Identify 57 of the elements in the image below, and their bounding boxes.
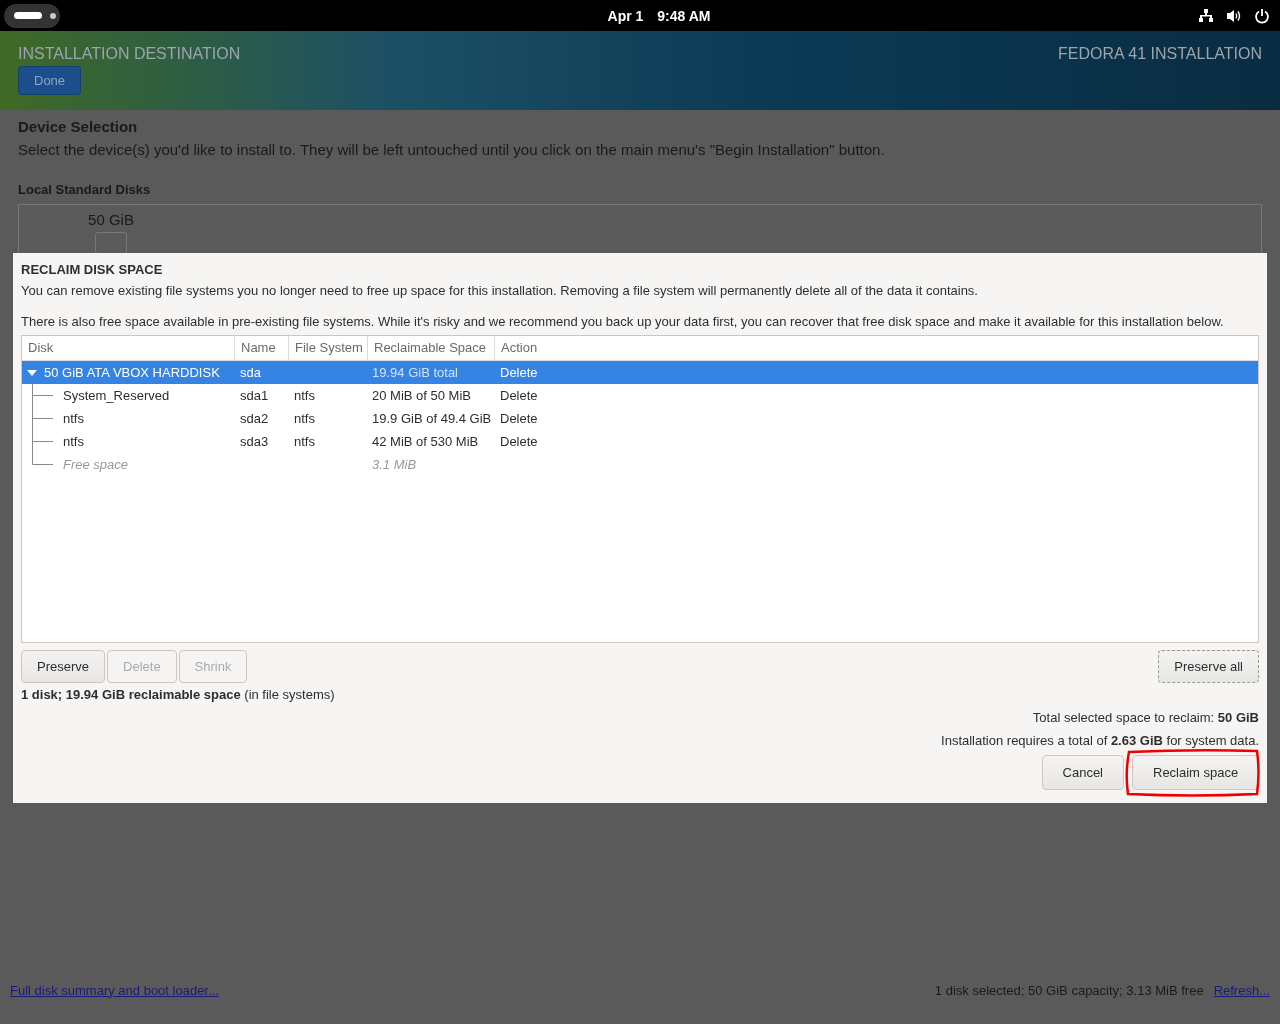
network-icon[interactable] xyxy=(1198,7,1214,24)
reclaimable-cell: 3.1 MiB xyxy=(372,457,417,472)
section-heading: Device Selection xyxy=(18,118,139,135)
disk-cell: System_Reserved xyxy=(63,388,170,403)
reclaimable-cell: 19.9 GiB of 49.4 GiB xyxy=(372,411,492,426)
action-cell: Delete xyxy=(500,434,538,449)
reclaimable-summary: 1 disk; 19.94 GiB reclaimable space (in file systems) xyxy=(21,687,336,702)
name-cell: sda xyxy=(240,365,261,380)
tree-line xyxy=(32,384,53,407)
screen-title: INSTALLATION DESTINATION xyxy=(18,45,241,63)
cancel-button[interactable]: Cancel xyxy=(1041,755,1124,790)
table-row[interactable]: ntfs sda2 ntfs 19.9 GiB of 49.4 GiB Delete xyxy=(22,407,1258,430)
column-header[interactable]: File System xyxy=(289,336,368,360)
name-cell: sda3 xyxy=(240,434,269,449)
reclaim-space-button[interactable]: Reclaim space xyxy=(1132,755,1259,790)
column-header[interactable]: Action xyxy=(495,336,555,360)
total-selected-text: Total selected space to reclaim: 50 GiB xyxy=(1032,710,1259,725)
section-description: Select the device(s) you'd like to install to. They will be left untouched until you click on the main menu's "Begin Installation" button. xyxy=(18,141,886,158)
volume-icon[interactable] xyxy=(1226,7,1242,24)
table-row[interactable]: ntfs sda3 ntfs 42 MiB of 530 MiB Delete xyxy=(22,430,1258,453)
action-cell: Delete xyxy=(500,388,538,403)
product-title: FEDORA 41 INSTALLATION xyxy=(1058,45,1262,64)
name-cell: sda1 xyxy=(240,388,269,403)
action-cell: Delete xyxy=(500,411,538,426)
disk-cell: ntfs xyxy=(63,434,84,449)
requirement-text: Installation requires a total of 2.63 GiB for system data. xyxy=(941,733,1259,748)
date-text: Apr 1 xyxy=(607,7,644,24)
row-action-button[interactable]: Preserve xyxy=(21,650,106,683)
note-text: There is also free space available in pre-existing file systems. While it's risky and we recommend you back up your data first, you can recover that free disk space and make it available for this installation below. xyxy=(21,314,1225,329)
column-header[interactable]: Name xyxy=(235,336,289,360)
column-header[interactable]: Reclaimable Space xyxy=(368,336,495,360)
disk-status: 1 disk selected; 50 GiB capacity; 3.13 MiB free xyxy=(934,982,1204,998)
time-text: 9:48 AM xyxy=(657,7,711,24)
power-icon[interactable] xyxy=(1254,7,1270,24)
filesystem-cell: ntfs xyxy=(294,411,315,426)
disks-label: Local Standard Disks xyxy=(18,182,152,197)
disk-cell: Free space xyxy=(63,457,129,472)
tree-line xyxy=(32,407,53,430)
preserve-all-button[interactable]: Preserve all xyxy=(1158,650,1259,683)
filesystem-cell: ntfs xyxy=(294,388,315,403)
table-row[interactable]: System_Reserved sda1 ntfs 20 MiB of 50 MiB Delete xyxy=(22,384,1258,407)
reclaimable-cell: 19.94 GiB total xyxy=(372,365,458,380)
intro-text: You can remove existing file systems you no longer need to free up space for this installation. Removing a file system will permanently delete all of the data it contains. xyxy=(21,283,979,298)
column-header[interactable]: Disk xyxy=(22,336,235,360)
activities-indicator[interactable] xyxy=(4,3,60,28)
disk-cell: ntfs xyxy=(63,411,84,426)
reclaimable-cell: 42 MiB of 530 MiB xyxy=(372,434,479,449)
dialog-title: RECLAIM DISK SPACE xyxy=(21,262,164,277)
filesystem-cell: ntfs xyxy=(294,434,315,449)
action-cell: Delete xyxy=(500,365,538,380)
disk-cell: 50 GiB ATA VBOX HARDDISK xyxy=(44,365,220,380)
table-row[interactable]: Free space 3.1 MiB xyxy=(22,453,1258,476)
table-row[interactable]: 50 GiB ATA VBOX HARDDISK sda 19.94 GiB total Delete xyxy=(22,361,1258,384)
name-cell: sda2 xyxy=(240,411,269,426)
reclaimable-cell: 20 MiB of 50 MiB xyxy=(372,388,471,403)
done-button[interactable]: Done xyxy=(18,66,82,95)
disk-size: 50 GiB xyxy=(88,211,134,228)
